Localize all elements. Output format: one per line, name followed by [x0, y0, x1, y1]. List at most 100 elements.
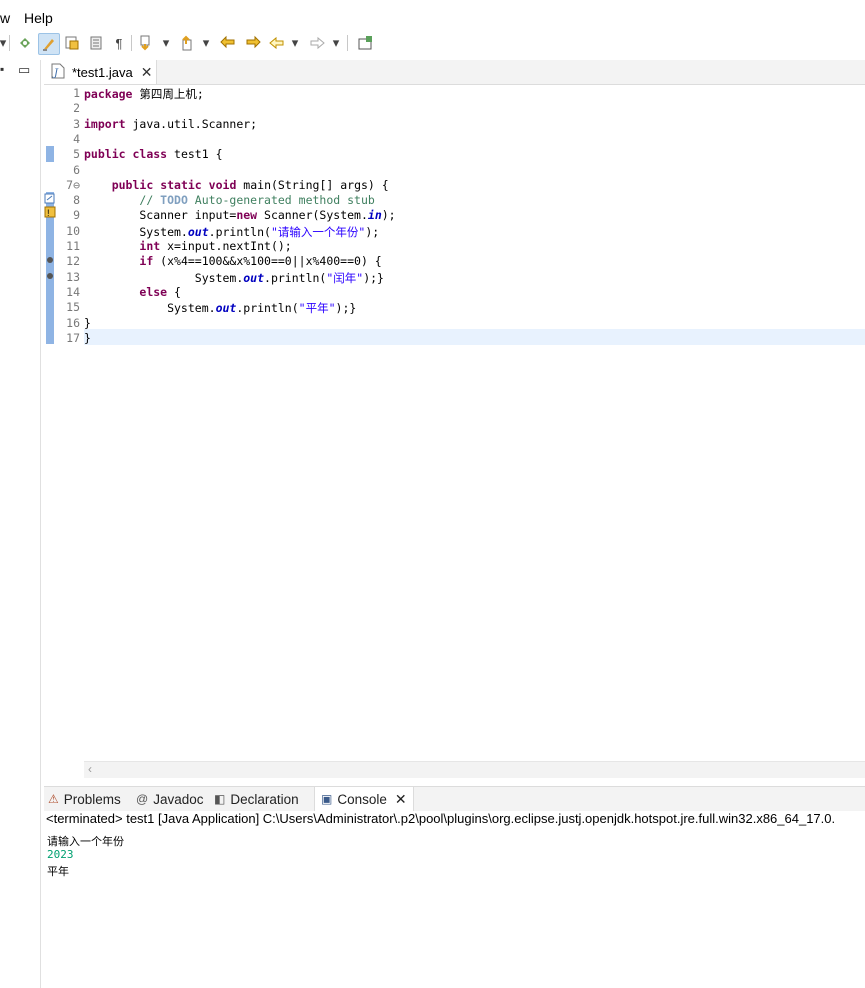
code-line: public class test1 {: [84, 147, 223, 161]
java-file-icon: J: [50, 63, 66, 82]
tab-javadoc[interactable]: @ Javadoc: [136, 787, 203, 811]
close-icon[interactable]: ✕: [395, 791, 407, 808]
console-process-header: <terminated> test1 [Java Application] C:…: [46, 811, 836, 826]
code-token: );: [365, 224, 380, 239]
next-edit-location-icon[interactable]: [242, 33, 264, 53]
mark-occurrences-icon[interactable]: [38, 33, 60, 55]
code-token: main(String[] args) {: [236, 177, 389, 192]
line-number: 9: [73, 208, 80, 223]
code-token: System.: [84, 270, 244, 285]
line-number: 3: [73, 116, 80, 131]
code-token: "闰年": [326, 270, 364, 285]
svg-text:J: J: [52, 68, 59, 79]
code-line: if (x%4==100&&x%100==0||x%400==0) {: [84, 254, 382, 269]
restore-icon[interactable]: ▭: [18, 62, 30, 78]
code-editor[interactable]: ! 1 2 3 4 5 6 7⊖ 8 9 10 11 12 13 14 15 16 17 package 第四周…: [44, 85, 865, 778]
left-view-strip: ▪ ▭: [0, 60, 41, 988]
menu-bar: w Help: [0, 8, 865, 28]
line-number-gutter: 1 2 3 4 5 6 7⊖ 8 9 10 11 12 13 14 15 16 17: [56, 85, 82, 761]
forward-arrow-icon[interactable]: [307, 33, 327, 53]
menu-help[interactable]: Help: [24, 10, 53, 26]
minimize-icon[interactable]: ▪: [0, 62, 8, 76]
console-view[interactable]: <terminated> test1 [Java Application] C:…: [44, 811, 865, 988]
declaration-icon: ◧: [214, 792, 226, 806]
tab-label: Console: [337, 791, 387, 807]
word-wrap-icon[interactable]: [86, 33, 106, 53]
line-number: 4: [73, 131, 80, 146]
code-token: void: [208, 177, 237, 192]
current-line-highlight: [84, 329, 865, 345]
code-token: else: [139, 284, 168, 299]
code-token: (x%4==100&&x%100==0||x%400==0) {: [153, 254, 382, 269]
line-number: 10: [66, 223, 80, 238]
line-number: 7⊖: [66, 177, 80, 192]
previous-annotation-icon[interactable]: [177, 33, 199, 53]
code-token: int: [139, 239, 161, 253]
code-token: 第四周上机;: [132, 87, 204, 101]
code-token: out: [243, 270, 265, 285]
dropdown-arrow-icon[interactable]: ▾: [290, 33, 300, 53]
code-line: else {: [84, 285, 181, 299]
quick-fix-warning-icon[interactable]: !: [44, 193, 56, 224]
code-token: );}: [335, 301, 357, 316]
code-line: Scanner input=new Scanner(System.in);: [84, 208, 395, 223]
dropdown-arrow-icon[interactable]: ▾: [331, 33, 341, 53]
tab-problems[interactable]: ⚠ Problems: [48, 787, 121, 811]
code-line: System.out.println("平年");}: [84, 300, 356, 316]
console-output-line: 请输入一个年份: [47, 835, 124, 848]
code-token: public: [111, 177, 154, 192]
code-line: import java.util.Scanner;: [84, 117, 257, 131]
tab-declaration[interactable]: ◧ Declaration: [214, 787, 299, 811]
horizontal-scrollbar[interactable]: ‹: [84, 761, 865, 778]
tab-label: Javadoc: [153, 791, 204, 807]
open-type-icon[interactable]: [15, 33, 35, 53]
at-icon: @: [136, 792, 149, 806]
editor-tab-label: *test1.java: [72, 64, 133, 80]
line-number: 17: [66, 330, 80, 345]
close-icon[interactable]: ✕: [141, 64, 153, 81]
code-line: System.out.println("闰年");}: [84, 270, 384, 286]
code-token: }: [84, 315, 91, 330]
toggle-block-selection-icon[interactable]: [62, 33, 82, 53]
code-token: TODO: [160, 193, 188, 208]
line-number: 14: [66, 284, 80, 299]
tab-label: Problems: [63, 791, 121, 807]
occurrence-marker-icon: [47, 257, 53, 263]
menu-window[interactable]: w: [0, 10, 10, 26]
last-edit-location-icon[interactable]: [218, 33, 240, 53]
code-token: test1 {: [167, 147, 223, 162]
code-token: x=input.nextInt();: [160, 239, 292, 253]
code-token: out: [215, 301, 237, 316]
code-area[interactable]: package 第四周上机; import java.util.Scanner; p…: [84, 85, 865, 761]
code-line: // TODO Auto-generated method stub: [84, 193, 374, 208]
code-token: {: [167, 284, 181, 299]
toolbar: ▾ ¶ ▾ ▾ ▾ ▾: [0, 30, 865, 56]
pin-editor-icon[interactable]: [355, 33, 377, 53]
next-annotation-icon[interactable]: [137, 33, 159, 53]
code-line: }: [84, 331, 91, 345]
code-token: new: [236, 208, 258, 223]
code-token: out: [187, 224, 209, 239]
line-number: 2: [73, 101, 80, 116]
code-token: in: [367, 208, 382, 223]
occurrence-marker-icon: [47, 273, 53, 279]
scroll-left-icon[interactable]: ‹: [88, 762, 92, 776]
line-number: 5: [73, 147, 80, 162]
back-arrow-icon[interactable]: [267, 33, 287, 53]
code-line: System.out.println("请输入一个年份");: [84, 224, 379, 240]
editor-tab-test1[interactable]: J *test1.java ✕: [44, 60, 157, 84]
svg-text:!: !: [47, 208, 50, 218]
console-icon: ▣: [321, 792, 333, 806]
code-line: }: [84, 316, 91, 330]
show-whitespace-icon[interactable]: ¶: [111, 33, 127, 53]
dropdown-arrow-icon[interactable]: ▾: [0, 33, 6, 53]
bottom-panel-tab-bar: ⚠ Problems @ Javadoc ◧ Declaration ▣ Console ✕: [44, 786, 865, 812]
dropdown-arrow-icon[interactable]: ▾: [161, 33, 171, 53]
code-token: }: [84, 330, 91, 345]
tab-console[interactable]: ▣ Console ✕: [314, 787, 414, 811]
dropdown-arrow-icon[interactable]: ▾: [201, 33, 211, 53]
